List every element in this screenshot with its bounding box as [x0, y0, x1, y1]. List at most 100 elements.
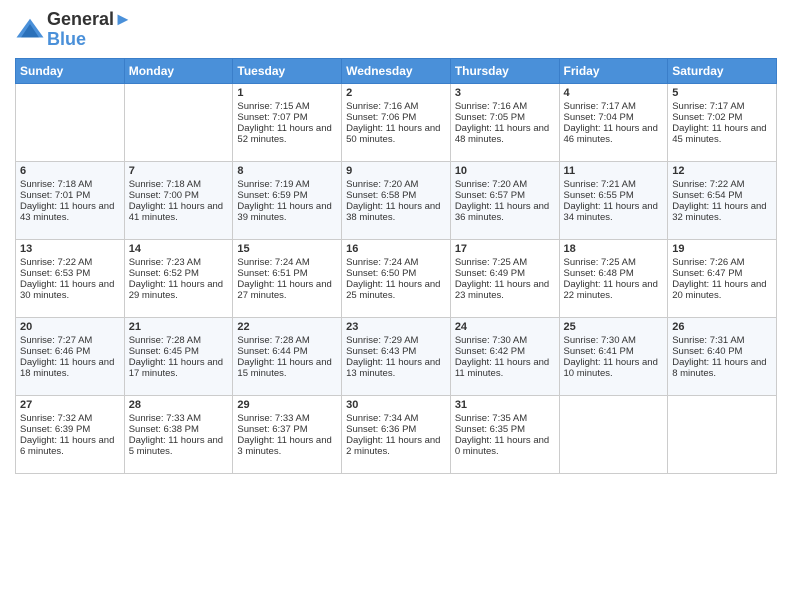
day-number: 3 — [455, 87, 555, 99]
day-number: 2 — [346, 87, 446, 99]
sunrise-text: Sunrise: 7:24 AM — [237, 257, 337, 268]
day-cell — [668, 395, 777, 473]
day-cell: 25Sunrise: 7:30 AMSunset: 6:41 PMDayligh… — [559, 317, 668, 395]
logo-icon — [15, 15, 45, 45]
day-number: 15 — [237, 243, 337, 255]
sunrise-text: Sunrise: 7:33 AM — [237, 413, 337, 424]
daylight-text: Daylight: 11 hours and 11 minutes. — [455, 357, 555, 379]
daylight-text: Daylight: 11 hours and 22 minutes. — [564, 279, 664, 301]
weekday-saturday: Saturday — [668, 58, 777, 83]
day-cell: 31Sunrise: 7:35 AMSunset: 6:35 PMDayligh… — [450, 395, 559, 473]
day-number: 27 — [20, 399, 120, 411]
day-cell: 5Sunrise: 7:17 AMSunset: 7:02 PMDaylight… — [668, 83, 777, 161]
day-number: 23 — [346, 321, 446, 333]
daylight-text: Daylight: 11 hours and 10 minutes. — [564, 357, 664, 379]
sunset-text: Sunset: 6:51 PM — [237, 268, 337, 279]
sunset-text: Sunset: 6:57 PM — [455, 190, 555, 201]
sunrise-text: Sunrise: 7:26 AM — [672, 257, 772, 268]
sunrise-text: Sunrise: 7:25 AM — [564, 257, 664, 268]
daylight-text: Daylight: 11 hours and 15 minutes. — [237, 357, 337, 379]
day-cell: 16Sunrise: 7:24 AMSunset: 6:50 PMDayligh… — [342, 239, 451, 317]
day-number: 26 — [672, 321, 772, 333]
sunset-text: Sunset: 6:48 PM — [564, 268, 664, 279]
sunrise-text: Sunrise: 7:22 AM — [20, 257, 120, 268]
sunset-text: Sunset: 7:04 PM — [564, 112, 664, 123]
day-cell: 9Sunrise: 7:20 AMSunset: 6:58 PMDaylight… — [342, 161, 451, 239]
day-number: 29 — [237, 399, 337, 411]
weekday-friday: Friday — [559, 58, 668, 83]
sunrise-text: Sunrise: 7:30 AM — [564, 335, 664, 346]
week-row-0: 1Sunrise: 7:15 AMSunset: 7:07 PMDaylight… — [16, 83, 777, 161]
sunrise-text: Sunrise: 7:20 AM — [346, 179, 446, 190]
daylight-text: Daylight: 11 hours and 25 minutes. — [346, 279, 446, 301]
sunrise-text: Sunrise: 7:25 AM — [455, 257, 555, 268]
day-cell: 6Sunrise: 7:18 AMSunset: 7:01 PMDaylight… — [16, 161, 125, 239]
day-cell: 22Sunrise: 7:28 AMSunset: 6:44 PMDayligh… — [233, 317, 342, 395]
daylight-text: Daylight: 11 hours and 43 minutes. — [20, 201, 120, 223]
day-cell: 20Sunrise: 7:27 AMSunset: 6:46 PMDayligh… — [16, 317, 125, 395]
daylight-text: Daylight: 11 hours and 34 minutes. — [564, 201, 664, 223]
week-row-2: 13Sunrise: 7:22 AMSunset: 6:53 PMDayligh… — [16, 239, 777, 317]
sunrise-text: Sunrise: 7:27 AM — [20, 335, 120, 346]
day-cell — [16, 83, 125, 161]
sunset-text: Sunset: 6:36 PM — [346, 424, 446, 435]
daylight-text: Daylight: 11 hours and 48 minutes. — [455, 123, 555, 145]
daylight-text: Daylight: 11 hours and 23 minutes. — [455, 279, 555, 301]
sunrise-text: Sunrise: 7:15 AM — [237, 101, 337, 112]
sunset-text: Sunset: 6:58 PM — [346, 190, 446, 201]
sunset-text: Sunset: 6:46 PM — [20, 346, 120, 357]
day-cell: 26Sunrise: 7:31 AMSunset: 6:40 PMDayligh… — [668, 317, 777, 395]
sunset-text: Sunset: 6:39 PM — [20, 424, 120, 435]
daylight-text: Daylight: 11 hours and 5 minutes. — [129, 435, 229, 457]
day-number: 14 — [129, 243, 229, 255]
header: General► Blue — [15, 10, 777, 50]
day-number: 13 — [20, 243, 120, 255]
daylight-text: Daylight: 11 hours and 46 minutes. — [564, 123, 664, 145]
weekday-thursday: Thursday — [450, 58, 559, 83]
day-cell — [559, 395, 668, 473]
day-cell: 15Sunrise: 7:24 AMSunset: 6:51 PMDayligh… — [233, 239, 342, 317]
day-cell: 8Sunrise: 7:19 AMSunset: 6:59 PMDaylight… — [233, 161, 342, 239]
day-cell: 3Sunrise: 7:16 AMSunset: 7:05 PMDaylight… — [450, 83, 559, 161]
daylight-text: Daylight: 11 hours and 29 minutes. — [129, 279, 229, 301]
day-cell: 10Sunrise: 7:20 AMSunset: 6:57 PMDayligh… — [450, 161, 559, 239]
sunset-text: Sunset: 7:02 PM — [672, 112, 772, 123]
day-number: 19 — [672, 243, 772, 255]
sunset-text: Sunset: 6:40 PM — [672, 346, 772, 357]
daylight-text: Daylight: 11 hours and 41 minutes. — [129, 201, 229, 223]
sunrise-text: Sunrise: 7:28 AM — [129, 335, 229, 346]
daylight-text: Daylight: 11 hours and 13 minutes. — [346, 357, 446, 379]
day-cell: 17Sunrise: 7:25 AMSunset: 6:49 PMDayligh… — [450, 239, 559, 317]
day-cell: 30Sunrise: 7:34 AMSunset: 6:36 PMDayligh… — [342, 395, 451, 473]
sunset-text: Sunset: 7:06 PM — [346, 112, 446, 123]
page: General► Blue SundayMondayTuesdayWednesd… — [0, 0, 792, 612]
day-number: 10 — [455, 165, 555, 177]
day-cell: 21Sunrise: 7:28 AMSunset: 6:45 PMDayligh… — [124, 317, 233, 395]
daylight-text: Daylight: 11 hours and 50 minutes. — [346, 123, 446, 145]
day-number: 16 — [346, 243, 446, 255]
sunset-text: Sunset: 7:05 PM — [455, 112, 555, 123]
day-cell: 12Sunrise: 7:22 AMSunset: 6:54 PMDayligh… — [668, 161, 777, 239]
daylight-text: Daylight: 11 hours and 2 minutes. — [346, 435, 446, 457]
sunset-text: Sunset: 6:50 PM — [346, 268, 446, 279]
day-number: 6 — [20, 165, 120, 177]
day-number: 1 — [237, 87, 337, 99]
day-cell: 18Sunrise: 7:25 AMSunset: 6:48 PMDayligh… — [559, 239, 668, 317]
sunrise-text: Sunrise: 7:29 AM — [346, 335, 446, 346]
day-cell: 2 Sunrise: 7:16 AMSunset: 7:06 PMDaylight… — [342, 83, 451, 161]
day-number: 24 — [455, 321, 555, 333]
day-number: 17 — [455, 243, 555, 255]
sunset-text: Sunset: 6:38 PM — [129, 424, 229, 435]
day-number: 5 — [672, 87, 772, 99]
sunset-text: Sunset: 7:00 PM — [129, 190, 229, 201]
daylight-text: Daylight: 11 hours and 45 minutes. — [672, 123, 772, 145]
sunrise-text: Sunrise: 7:16 AM — [346, 101, 446, 112]
logo: General► Blue — [15, 10, 132, 50]
sunrise-text: Sunrise: 7:22 AM — [672, 179, 772, 190]
sunrise-text: Sunrise: 7:31 AM — [672, 335, 772, 346]
sunset-text: Sunset: 6:44 PM — [237, 346, 337, 357]
week-row-1: 6Sunrise: 7:18 AMSunset: 7:01 PMDaylight… — [16, 161, 777, 239]
sunset-text: Sunset: 6:55 PM — [564, 190, 664, 201]
day-cell: 1Sunrise: 7:15 AMSunset: 7:07 PMDaylight… — [233, 83, 342, 161]
sunset-text: Sunset: 6:35 PM — [455, 424, 555, 435]
